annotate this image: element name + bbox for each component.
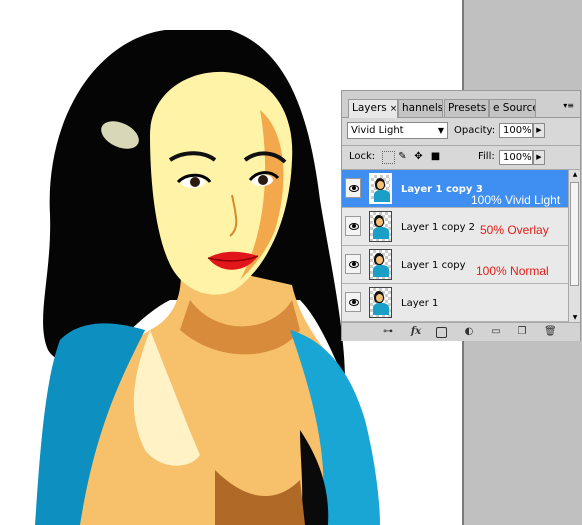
blend-mode-select[interactable]: Vivid Light ▼	[347, 122, 448, 139]
panel-tab-bar: Layers × hannels Presets e Source ▾≡	[342, 91, 580, 118]
opacity-slider-button[interactable]: ▶	[533, 123, 545, 138]
tab-layers-label: Layers	[352, 102, 387, 114]
annotation-vivid-light: 100% Vivid Light	[471, 193, 561, 207]
group-icon[interactable]: ▭	[490, 326, 502, 338]
scroll-down-icon[interactable]: ▼	[570, 314, 580, 321]
lock-all-icon[interactable]: ■	[430, 151, 441, 162]
tab-channels[interactable]: hannels	[398, 99, 443, 117]
lock-position-icon[interactable]: ✥	[413, 151, 424, 162]
fx-icon[interactable]: fx	[410, 326, 422, 338]
layer-thumbnail	[369, 287, 392, 318]
new-layer-icon[interactable]: ❐	[516, 326, 528, 338]
visibility-eye-icon[interactable]	[345, 292, 361, 312]
tab-channels-label: hannels	[402, 102, 443, 114]
visibility-eye-icon[interactable]	[345, 216, 361, 236]
annotation-overlay: 50% Overlay	[480, 223, 549, 237]
tab-presets-label: Presets	[448, 102, 487, 114]
scrollbar-thumb[interactable]	[570, 182, 579, 286]
layer-thumbnail	[369, 211, 392, 242]
mask-icon[interactable]	[436, 327, 447, 338]
lock-label: Lock:	[349, 151, 376, 162]
tab-source-label: e Source	[493, 102, 536, 114]
lock-transparent-icon[interactable]	[382, 151, 395, 164]
fill-slider-button[interactable]: ▶	[533, 150, 545, 165]
layer-thumbnail	[369, 173, 392, 204]
divider	[342, 145, 580, 146]
fill-input[interactable]: 100%	[499, 150, 533, 165]
layer-row[interactable]: Layer 1	[342, 284, 568, 322]
tab-presets[interactable]: Presets	[444, 99, 489, 117]
tab-source[interactable]: e Source	[489, 99, 536, 117]
adjustment-icon[interactable]: ◐	[463, 326, 475, 338]
lock-image-icon[interactable]: ✎	[397, 151, 408, 162]
layers-panel: Layers × hannels Presets e Source ▾≡ Vivi…	[341, 90, 581, 341]
tab-layers[interactable]: Layers ×	[348, 99, 398, 118]
layer-name[interactable]: Layer 1 copy	[401, 260, 465, 272]
panel-menu-icon[interactable]: ▾≡	[563, 101, 574, 110]
link-icon[interactable]: ⊶	[382, 326, 394, 338]
visibility-eye-icon[interactable]	[345, 254, 361, 274]
close-icon[interactable]: ×	[390, 104, 397, 114]
opacity-label: Opacity:	[454, 125, 496, 136]
annotation-normal: 100% Normal	[476, 264, 549, 278]
fill-label: Fill:	[478, 151, 495, 162]
opacity-input[interactable]: 100%	[499, 123, 533, 138]
layer-name[interactable]: Layer 1	[401, 298, 438, 310]
layer-list-scrollbar[interactable]: ▲ ▼	[568, 170, 580, 322]
panel-bottom-toolbar: ⊶ fx ◐ ▭ ❐ 🗑	[342, 322, 580, 341]
layer-name[interactable]: Layer 1 copy 2	[401, 222, 475, 234]
chevron-down-icon: ▼	[437, 126, 444, 135]
scroll-up-icon[interactable]: ▲	[570, 171, 580, 178]
layer-thumbnail	[369, 249, 392, 280]
trash-icon[interactable]: 🗑	[544, 326, 557, 338]
blend-mode-value: Vivid Light	[351, 125, 404, 136]
visibility-eye-icon[interactable]	[345, 178, 361, 198]
